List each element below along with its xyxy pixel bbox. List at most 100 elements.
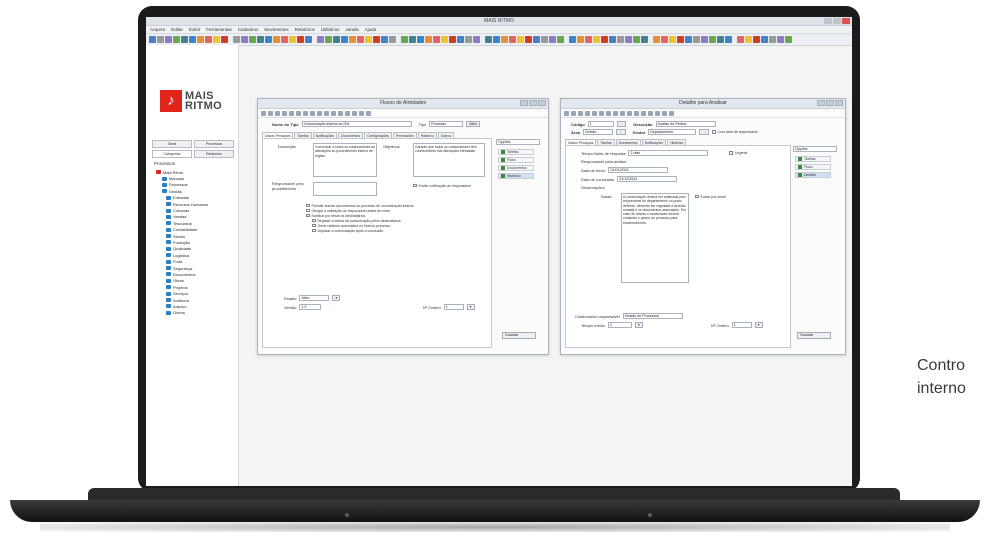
checkbox-icon[interactable] xyxy=(312,228,316,233)
menu-item-0[interactable]: Arquivo xyxy=(150,27,165,32)
save-button[interactable]: Guardar xyxy=(502,332,536,339)
toolbar-button-icon[interactable] xyxy=(677,36,684,43)
responsible-area-checkbox[interactable]: Com área de responsável xyxy=(712,130,758,135)
f7-dropdown-button[interactable]: ▾ xyxy=(635,322,643,328)
toolbar-button-icon[interactable] xyxy=(181,36,188,43)
code-lookup-button[interactable]: … xyxy=(616,121,627,127)
manager-lookup-button[interactable]: … xyxy=(699,129,709,135)
close-icon[interactable] xyxy=(835,100,843,106)
toolbar-button-icon[interactable] xyxy=(541,36,548,43)
window-tool-icon[interactable] xyxy=(669,110,674,116)
window-tool-icon[interactable] xyxy=(599,110,604,116)
order-field[interactable]: 1 xyxy=(731,322,752,328)
code-field[interactable]: 1 xyxy=(587,121,614,127)
window-tool-icon[interactable] xyxy=(275,110,280,116)
f1-field[interactable]: 2 dias xyxy=(628,150,709,156)
f4-field[interactable]: 31/12/2024 xyxy=(617,176,678,182)
toolbar-button-icon[interactable] xyxy=(457,36,464,43)
f6-field[interactable]: Gestão de Processos xyxy=(622,313,683,319)
toolbar-button-icon[interactable] xyxy=(425,36,432,43)
toolbar-button-icon[interactable] xyxy=(709,36,716,43)
toolbar-button-icon[interactable] xyxy=(693,36,700,43)
checkbox-icon[interactable] xyxy=(306,203,310,208)
name-field[interactable]: Comunicação interna ao ISA xyxy=(301,121,412,127)
toolbar-button-icon[interactable] xyxy=(265,36,272,43)
toolbar-button-icon[interactable] xyxy=(669,36,676,43)
notes-textarea[interactable]: A comunicação deverá ser analisada pelo … xyxy=(621,193,689,283)
close-icon[interactable] xyxy=(842,18,850,24)
email-checkbox[interactable]: Enviar por email xyxy=(695,194,726,199)
order-field[interactable]: 1 xyxy=(443,304,464,310)
toolbar-button-icon[interactable] xyxy=(485,36,492,43)
minimize-icon[interactable] xyxy=(824,18,832,24)
toolbar-button-icon[interactable] xyxy=(509,36,516,43)
toolbar-button-icon[interactable] xyxy=(417,36,424,43)
window-tool-icon[interactable] xyxy=(359,110,364,116)
window-tool-icon[interactable] xyxy=(324,110,329,116)
window-tool-icon[interactable] xyxy=(662,110,667,116)
toolbar-button-icon[interactable] xyxy=(517,36,524,43)
window-tool-icon[interactable] xyxy=(641,110,646,116)
checkbox-icon[interactable] xyxy=(712,130,716,134)
resp-field[interactable] xyxy=(313,182,377,196)
window-tool-icon[interactable] xyxy=(613,110,618,116)
toolbar-button-icon[interactable] xyxy=(717,36,724,43)
menu-item-9[interactable]: Ajuda xyxy=(365,27,377,32)
toolbar-button-icon[interactable] xyxy=(501,36,508,43)
window-tool-icon[interactable] xyxy=(317,110,322,116)
menu-item-4[interactable]: Cadastros xyxy=(238,27,259,32)
toolbar-button-icon[interactable] xyxy=(577,36,584,43)
toolbar-button-icon[interactable] xyxy=(609,36,616,43)
toolbar-button-icon[interactable] xyxy=(241,36,248,43)
toolbar-button-icon[interactable] xyxy=(733,36,736,43)
menu-item-1[interactable]: Editar xyxy=(171,27,183,32)
toolbar-button-icon[interactable] xyxy=(289,36,296,43)
toolbar-button-icon[interactable] xyxy=(233,36,240,43)
side-options-field[interactable]: Opções xyxy=(793,146,837,152)
checkbox-icon[interactable] xyxy=(695,194,699,199)
window-tool-icon[interactable] xyxy=(366,110,371,116)
window-tool-icon[interactable] xyxy=(606,110,611,116)
manager-field[interactable]: Departamento xyxy=(648,129,697,135)
toolbar-button-icon[interactable] xyxy=(565,36,568,43)
toolbar-button-icon[interactable] xyxy=(229,36,232,43)
minimize-icon[interactable] xyxy=(520,100,528,106)
window-tool-icon[interactable] xyxy=(571,110,576,116)
window-tool-icon[interactable] xyxy=(564,110,569,116)
side-item[interactable]: Fluxo xyxy=(498,157,534,163)
window-tool-icon[interactable] xyxy=(655,110,660,116)
option-checkbox[interactable]: Arquivar a comunicação após a conclusão xyxy=(306,228,413,233)
window-tool-icon[interactable] xyxy=(268,110,273,116)
toolbar-button-icon[interactable] xyxy=(197,36,204,43)
toolbar-button-icon[interactable] xyxy=(401,36,408,43)
left-tab-0[interactable]: Geral xyxy=(152,140,192,148)
menu-item-8[interactable]: Janela xyxy=(345,27,358,32)
toolbar-button-icon[interactable] xyxy=(585,36,592,43)
option-checkbox[interactable]: Registar a leitura da comunicação pelos … xyxy=(306,218,413,223)
toolbar-button-icon[interactable] xyxy=(777,36,784,43)
toolbar-button-icon[interactable] xyxy=(685,36,692,43)
toolbar-button-icon[interactable] xyxy=(249,36,256,43)
toolbar-button-icon[interactable] xyxy=(745,36,752,43)
window-tool-icon[interactable] xyxy=(592,110,597,116)
state-field[interactable]: Ativo xyxy=(299,295,330,301)
area-field[interactable]: Gestão xyxy=(582,129,613,135)
toolbar-button-icon[interactable] xyxy=(389,36,396,43)
window-tool-icon[interactable] xyxy=(296,110,301,116)
window-tool-icon[interactable] xyxy=(648,110,653,116)
window-tool-icon[interactable] xyxy=(634,110,639,116)
toolbar-button-icon[interactable] xyxy=(341,36,348,43)
side-item[interactable]: Fluxo xyxy=(795,164,831,170)
side-item[interactable]: Tarefas xyxy=(795,156,831,162)
toolbar-button-icon[interactable] xyxy=(409,36,416,43)
toolbar-button-icon[interactable] xyxy=(381,36,388,43)
toolbar-button-icon[interactable] xyxy=(533,36,540,43)
toolbar-button-icon[interactable] xyxy=(661,36,668,43)
menu-item-7[interactable]: Utilitários xyxy=(321,27,340,32)
window-tool-icon[interactable] xyxy=(310,110,315,116)
menu-item-2[interactable]: Exibir xyxy=(189,27,200,32)
toolbar-button-icon[interactable] xyxy=(165,36,172,43)
toolbar-button-icon[interactable] xyxy=(365,36,372,43)
window-tool-icon[interactable] xyxy=(578,110,583,116)
menu-item-6[interactable]: Relatórios xyxy=(295,27,315,32)
